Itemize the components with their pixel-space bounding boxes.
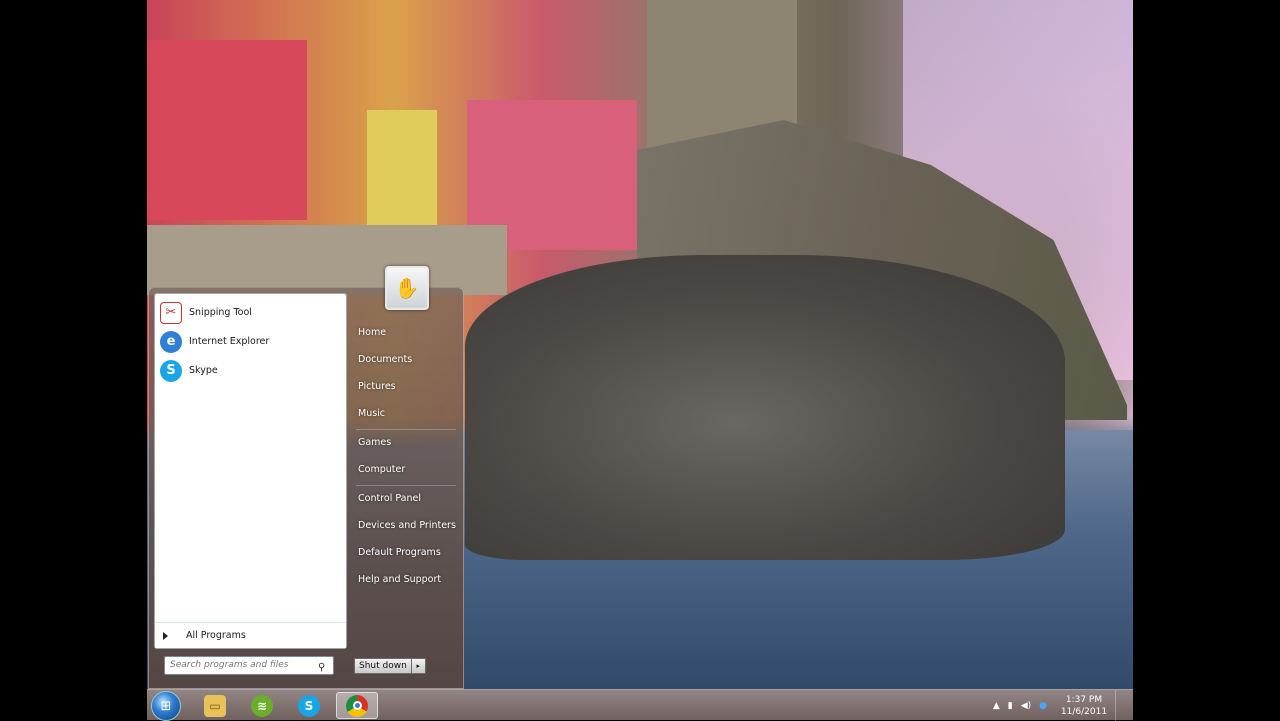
wallpaper-rock [465, 255, 1065, 560]
program-skype[interactable]: S Skype [155, 356, 346, 385]
divider [356, 429, 456, 430]
link-games[interactable]: Games [358, 437, 391, 448]
program-label: Snipping Tool [189, 307, 252, 318]
start-button[interactable]: ⊞ [151, 691, 181, 721]
clock-time: 1:37 PM [1065, 694, 1103, 705]
program-snipping-tool[interactable]: ✂ Snipping Tool [155, 298, 346, 327]
arrow-right-icon [163, 631, 168, 640]
taskbar-item-explorer[interactable]: ▭ [194, 692, 236, 719]
link-devices-and-printers[interactable]: Devices and Printers [358, 520, 456, 531]
shutdown-options-button[interactable]: ▸ [411, 658, 426, 674]
clock[interactable]: 1:37 PM 11/6/2011 [1059, 694, 1109, 718]
show-desktop-button[interactable] [1115, 690, 1125, 721]
all-programs-button[interactable]: All Programs [155, 622, 346, 648]
start-menu: ✂ Snipping Tool e Internet Explorer S Sk… [148, 266, 464, 689]
link-control-panel[interactable]: Control Panel [358, 493, 421, 504]
shutdown-button[interactable]: Shut down [354, 658, 412, 674]
folder-icon: ▭ [204, 694, 226, 717]
search-icon: ⚲ [318, 662, 326, 673]
link-computer[interactable]: Computer [358, 464, 405, 475]
globe-icon[interactable]: ● [1039, 701, 1047, 711]
wallpaper-houses [367, 110, 437, 230]
search-placeholder: Search programs and files [170, 660, 289, 670]
link-music[interactable]: Music [358, 408, 385, 419]
system-tray: ▲ ▮ ◀) ● 1:37 PM 11/6/2011 [989, 690, 1125, 721]
internet-explorer-icon: e [160, 330, 182, 353]
link-default-programs[interactable]: Default Programs [358, 547, 441, 558]
chevron-up-icon[interactable]: ▲ [993, 701, 1000, 711]
search-input[interactable]: Search programs and files ⚲ [164, 656, 334, 675]
taskbar-item-spotify[interactable]: ≋ [241, 692, 283, 719]
link-pictures[interactable]: Pictures [358, 381, 396, 392]
shutdown-group: Shut down ▸ [354, 658, 426, 674]
wallpaper-wall [147, 225, 507, 295]
spotify-icon: ≋ [251, 694, 273, 717]
scissors-icon: ✂ [160, 301, 182, 324]
skype-icon: S [298, 694, 320, 717]
program-label: Skype [189, 365, 218, 376]
clock-date: 11/6/2011 [1060, 706, 1108, 717]
start-menu-programs-pane: ✂ Snipping Tool e Internet Explorer S Sk… [154, 293, 347, 649]
taskbar: ⊞ ▭ ≋ S ▲ ▮ ◀) ● 1:37 PM 11/6/2011 [147, 689, 1133, 721]
program-internet-explorer[interactable]: e Internet Explorer [155, 327, 346, 356]
windows-logo-icon: ⊞ [160, 698, 172, 714]
taskbar-item-skype[interactable]: S [288, 692, 330, 719]
network-signal-icon[interactable]: ▮ [1008, 701, 1013, 711]
taskbar-item-chrome[interactable] [336, 692, 378, 719]
link-help-and-support[interactable]: Help and Support [358, 574, 441, 585]
volume-icon[interactable]: ◀) [1021, 701, 1031, 711]
skype-icon: S [160, 359, 182, 382]
start-menu-links-pane: Home Documents Pictures Music Games Comp… [354, 288, 462, 688]
wallpaper-houses [147, 40, 307, 220]
divider [356, 485, 456, 486]
program-label: Internet Explorer [189, 336, 270, 347]
link-home[interactable]: Home [358, 327, 386, 338]
all-programs-label: All Programs [186, 630, 246, 641]
link-documents[interactable]: Documents [358, 354, 412, 365]
chrome-icon [346, 694, 368, 717]
